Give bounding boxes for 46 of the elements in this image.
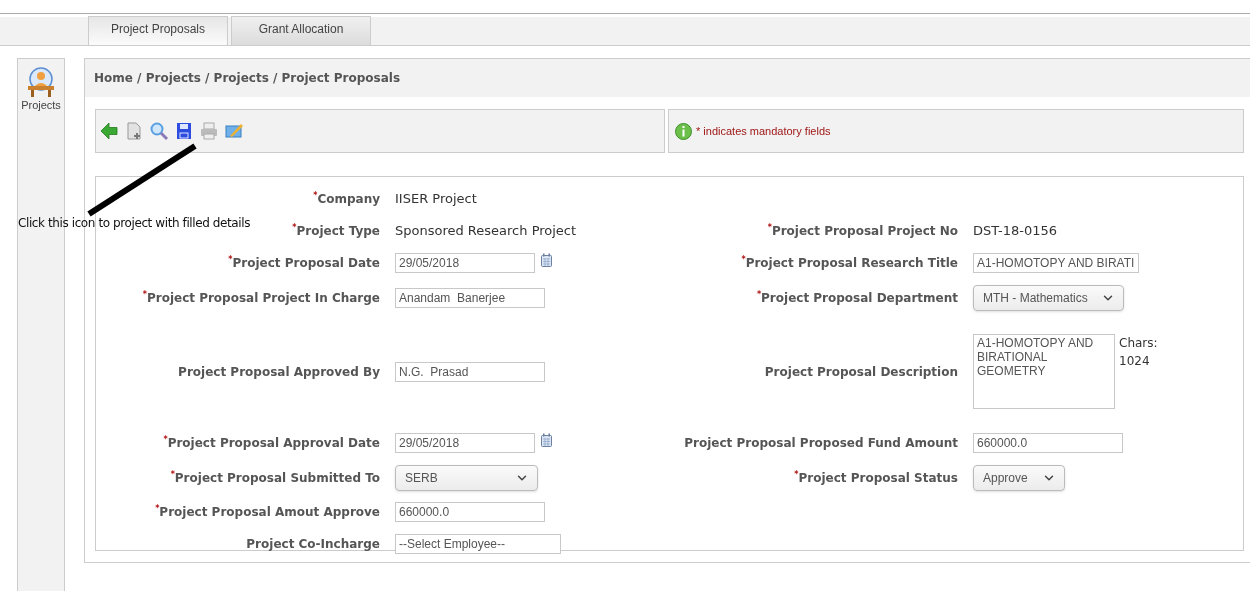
field-label: *Project Proposal Status: [794, 468, 958, 487]
back-arrow-icon[interactable]: [99, 121, 119, 141]
text-field[interactable]: Anandam Banerjee: [395, 287, 545, 308]
field-label: *Project Proposal Amout Approve: [155, 503, 380, 521]
calendar-icon[interactable]: [541, 433, 552, 447]
dropdown[interactable]: MTH - Mathematics: [973, 284, 1124, 311]
field-label: Project Proposal Proposed Fund Amount: [684, 435, 958, 452]
field-label: *Project Proposal Department: [756, 288, 958, 307]
field-value: DST-18-0156: [973, 222, 1058, 241]
dropdown[interactable]: SERB: [395, 464, 538, 491]
field-label: *Project Proposal Project No: [767, 222, 958, 240]
date-field[interactable]: 29/05/2018: [395, 253, 535, 273]
field-label: *Project Proposal Date: [228, 254, 380, 272]
text-field[interactable]: --Select Employee--: [395, 534, 561, 554]
field-label: Project Proposal Approved By: [178, 363, 380, 381]
character-counter: Chars: 1024: [1119, 335, 1159, 370]
dropdown[interactable]: Approve: [973, 464, 1065, 491]
annotation-text: Click this icon to project with filled details: [18, 215, 251, 232]
breadcrumb: Home / Projects / Projects / Project Proposals: [94, 70, 401, 87]
tab[interactable]: Project Proposals: [88, 16, 228, 45]
edit-icon[interactable]: [224, 121, 244, 141]
date-field[interactable]: 29/05/2018: [395, 433, 535, 453]
notice-text: * indicates mandatory fields: [696, 123, 831, 139]
field-label: *Project Proposal Research Title: [741, 254, 958, 272]
text-field[interactable]: 660000.0: [973, 433, 1123, 453]
field-value: Sponsored Research Project: [395, 222, 577, 241]
field-label: *Project Proposal Approval Date: [163, 434, 380, 452]
field-label: *Project Type: [292, 222, 380, 240]
search-icon[interactable]: [149, 121, 169, 141]
info-icon: [675, 122, 692, 140]
save-icon[interactable]: [174, 121, 194, 141]
field-value: IISER Project: [395, 190, 477, 209]
text-field[interactable]: 660000.0: [395, 502, 545, 522]
sidebar-item[interactable]: Projects: [21, 67, 61, 114]
text-field[interactable]: A1-HOMOTOPY AND BIRATI: [973, 253, 1139, 273]
new-document-icon[interactable]: [124, 121, 144, 141]
field-label: Project Co-Incharge: [246, 536, 380, 553]
text-field[interactable]: N.G. Prasad: [395, 361, 545, 382]
field-label: Project Proposal Description: [764, 363, 958, 381]
field-label: *Project Proposal Submitted To: [170, 468, 380, 487]
field-label: *Project Proposal Project In Charge: [142, 288, 380, 307]
calendar-icon[interactable]: [541, 253, 552, 267]
tab[interactable]: Grant Allocation: [231, 16, 371, 45]
field-label: *Company: [313, 190, 380, 208]
text-area[interactable]: A1-HOMOTOPY AND BIRATIONAL GEOMETRY: [973, 334, 1115, 409]
person-at-desk-icon: [27, 67, 55, 97]
